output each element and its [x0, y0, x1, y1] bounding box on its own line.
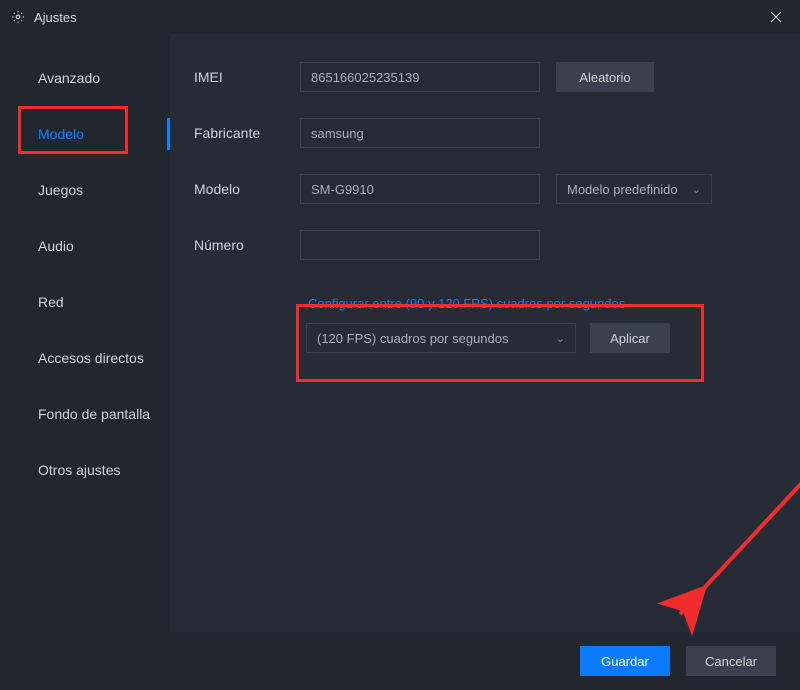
annotation-arrow: [630, 464, 800, 644]
preset-model-label: Modelo predefinido: [567, 182, 678, 197]
row-imei: IMEI Aleatorio: [194, 62, 776, 92]
row-modelo: Modelo Modelo predefinido ⌄: [194, 174, 776, 204]
label-numero: Número: [194, 237, 300, 253]
fps-selected: (120 FPS) cuadros por segundos: [317, 331, 509, 346]
row-fabricante: Fabricante: [194, 118, 776, 148]
sidebar-item-label: Audio: [38, 238, 74, 254]
footer: Guardar Cancelar: [0, 632, 800, 690]
window-title: Ajustes: [34, 10, 762, 25]
content-panel: IMEI Aleatorio Fabricante Modelo Modelo …: [170, 34, 800, 632]
chevron-down-icon: ⌄: [692, 183, 701, 196]
close-button[interactable]: [762, 3, 790, 31]
preset-model-dropdown[interactable]: Modelo predefinido ⌄: [556, 174, 712, 204]
sidebar-item-label: Fondo de pantalla: [38, 406, 150, 422]
apply-button[interactable]: Aplicar: [590, 323, 670, 353]
random-button[interactable]: Aleatorio: [556, 62, 654, 92]
cancel-button[interactable]: Cancelar: [686, 646, 776, 676]
chevron-down-icon: ⌄: [556, 332, 565, 345]
sidebar-item-juegos[interactable]: Juegos: [0, 166, 170, 214]
input-numero[interactable]: [300, 230, 540, 260]
fps-dropdown[interactable]: (120 FPS) cuadros por segundos ⌄: [306, 323, 576, 353]
fps-block: Configurar entre (90 y 120 FPS) cuadros …: [300, 286, 696, 367]
row-numero: Número: [194, 230, 776, 260]
sidebar-item-label: Accesos directos: [38, 350, 144, 366]
sidebar-item-audio[interactable]: Audio: [0, 222, 170, 270]
input-imei[interactable]: [300, 62, 540, 92]
sidebar-item-label: Juegos: [38, 182, 83, 198]
sidebar-item-label: Otros ajustes: [38, 462, 120, 478]
label-fabricante: Fabricante: [194, 125, 300, 141]
save-button[interactable]: Guardar: [580, 646, 670, 676]
settings-window: Ajustes Avanzado Modelo Juegos Audio Red…: [0, 0, 800, 690]
fps-title: Configurar entre (90 y 120 FPS) cuadros …: [308, 296, 696, 311]
sidebar: Avanzado Modelo Juegos Audio Red Accesos…: [0, 34, 170, 632]
label-modelo: Modelo: [194, 181, 300, 197]
gear-icon: [10, 9, 26, 25]
sidebar-item-fondo[interactable]: Fondo de pantalla: [0, 390, 170, 438]
titlebar: Ajustes: [0, 0, 800, 34]
label-imei: IMEI: [194, 69, 300, 85]
sidebar-item-label: Avanzado: [38, 70, 100, 86]
sidebar-item-accesos[interactable]: Accesos directos: [0, 334, 170, 382]
sidebar-item-otros[interactable]: Otros ajustes: [0, 446, 170, 494]
sidebar-item-modelo[interactable]: Modelo: [0, 110, 170, 158]
input-fabricante[interactable]: [300, 118, 540, 148]
sidebar-item-label: Modelo: [38, 126, 84, 142]
body: Avanzado Modelo Juegos Audio Red Accesos…: [0, 34, 800, 632]
close-icon: [770, 11, 782, 23]
sidebar-item-label: Red: [38, 294, 64, 310]
sidebar-item-red[interactable]: Red: [0, 278, 170, 326]
input-modelo[interactable]: [300, 174, 540, 204]
sidebar-item-avanzado[interactable]: Avanzado: [0, 54, 170, 102]
